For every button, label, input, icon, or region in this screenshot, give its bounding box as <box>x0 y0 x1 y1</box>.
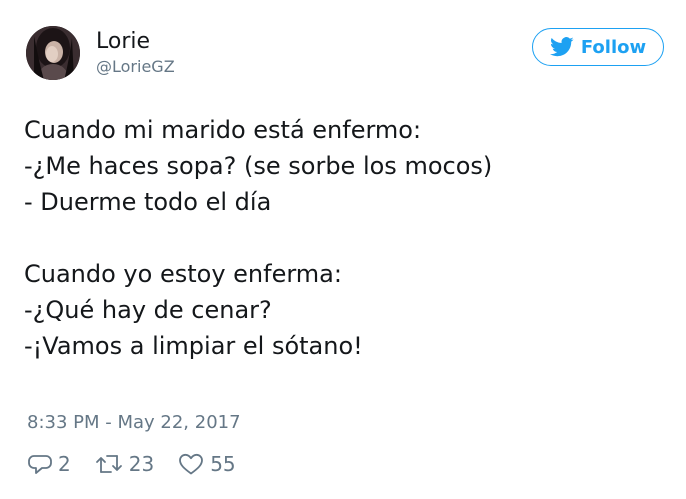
user-handle[interactable]: @LorieGZ <box>96 56 175 78</box>
avatar-photo <box>26 26 80 80</box>
tweet-line: - Duerme todo el día <box>24 188 272 216</box>
reply-icon <box>28 452 52 476</box>
heart-icon <box>178 452 204 476</box>
tweet-line: -¿Qué hay de cenar? <box>24 296 272 324</box>
follow-label: Follow <box>580 36 647 58</box>
tweet-line: -¡Vamos a limpiar el sótano! <box>24 332 363 360</box>
reply-button[interactable]: 2 <box>28 452 71 476</box>
retweet-count: 23 <box>128 452 155 476</box>
reply-count: 2 <box>58 452 71 476</box>
tweet-actions: 2 23 55 <box>28 450 260 478</box>
follow-button[interactable]: Follow <box>532 28 664 66</box>
tweet-line: -¿Me haces sopa? (se sorbe los mocos) <box>24 152 493 180</box>
tweet-text: Cuando mi marido está enfermo: -¿Me hace… <box>24 112 664 364</box>
tweet-timestamp[interactable]: 8:33 PM - May 22, 2017 <box>27 411 241 435</box>
like-button[interactable]: 55 <box>178 452 236 476</box>
display-name[interactable]: Lorie <box>96 28 175 56</box>
tweet-card: Lorie @LorieGZ Follow Cuando mi marido e… <box>0 0 686 499</box>
paragraph-break <box>24 220 664 256</box>
user-names: Lorie @LorieGZ <box>96 28 175 78</box>
tweet-line: Cuando yo estoy enferma: <box>24 260 342 288</box>
tweet-line: Cuando mi marido está enfermo: <box>24 116 422 144</box>
retweet-icon <box>95 452 123 476</box>
tweet-header: Lorie @LorieGZ Follow <box>26 26 664 82</box>
like-count: 55 <box>210 452 236 476</box>
retweet-button[interactable]: 23 <box>95 452 154 476</box>
avatar[interactable] <box>26 26 80 80</box>
twitter-bird-icon <box>549 37 574 57</box>
